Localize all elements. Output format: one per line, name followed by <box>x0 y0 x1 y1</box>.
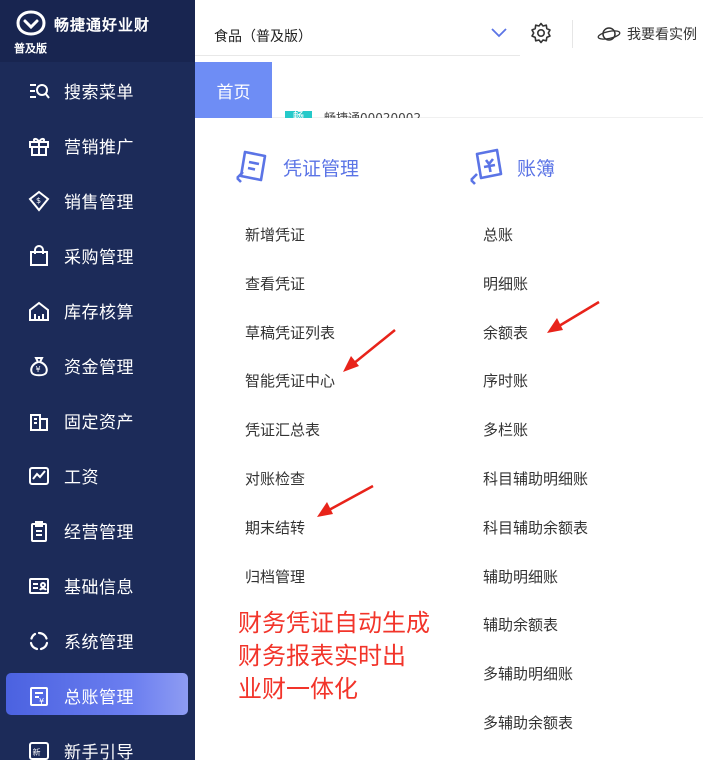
tab-strip: 首页 畅 畅捷通00020002 <box>195 62 703 124</box>
gift-icon <box>28 135 50 157</box>
link-view-voucher[interactable]: 查看凭证 <box>245 273 335 322</box>
sidebar-item-label: 搜索菜单 <box>64 83 134 103</box>
sidebar-item-label: 新手引导 <box>64 743 134 760</box>
sidebar-item-label: 经营管理 <box>64 523 134 543</box>
brand-logo-icon <box>16 10 46 36</box>
link-multi-column-ledger[interactable]: 多栏账 <box>483 419 588 468</box>
id-card-icon <box>28 575 50 597</box>
sidebar-item-label: 资金管理 <box>64 358 134 378</box>
chart-card-icon <box>28 465 50 487</box>
sidebar-item-fixed-assets[interactable]: 固定资产 <box>0 393 195 448</box>
arrow-smart-voucher-icon <box>343 329 396 372</box>
sidebar-item-purchase[interactable]: 采购管理 <box>0 228 195 283</box>
sidebar-item-label: 销售管理 <box>64 193 134 213</box>
gear-icon[interactable] <box>530 22 552 44</box>
sidebar-item-funds[interactable]: ¥ 资金管理 <box>0 338 195 393</box>
sidebar-item-operations[interactable]: 经营管理 <box>0 503 195 558</box>
sidebar-item-payroll[interactable]: 工资 <box>0 448 195 503</box>
menu-panel: 凭证管理 新增凭证 查看凭证 草稿凭证列表 智能凭证中心 凭证汇总表 对账检查 … <box>195 118 703 760</box>
sidebar-item-label: 工资 <box>64 468 99 488</box>
voucher-icon <box>236 150 267 183</box>
sales-icon: $ <box>28 190 50 212</box>
books-section-header: 账簿 <box>467 146 555 188</box>
sidebar-item-label: 库存核算 <box>64 303 134 323</box>
new-badge-icon: 新 <box>28 740 50 760</box>
view-example-button[interactable]: 我要看实例 <box>597 24 697 44</box>
arrow-balance-sheet-icon <box>547 300 600 333</box>
books-section-title: 账簿 <box>517 157 556 180</box>
sidebar-item-general-ledger[interactable]: ¥ 总账管理 <box>0 668 195 723</box>
link-period-end-closing[interactable]: 期末结转 <box>245 517 335 566</box>
link-new-voucher[interactable]: 新增凭证 <box>245 224 335 273</box>
link-smart-voucher-center[interactable]: 智能凭证中心 <box>245 370 335 419</box>
link-aux-detail[interactable]: 辅助明细账 <box>483 566 588 615</box>
promo-line-1: 财务凭证自动生成 <box>238 609 430 637</box>
arrow-period-closing-icon <box>317 484 374 517</box>
sidebar-item-system[interactable]: 系统管理 <box>0 613 195 668</box>
chevron-down-icon <box>491 28 507 38</box>
brand-header[interactable]: 畅捷通好业财 普及版 <box>0 0 195 62</box>
sidebar-item-marketing[interactable]: 营销推广 <box>0 118 195 173</box>
ledger-icon: ¥ <box>28 685 50 707</box>
brand-edition: 普及版 <box>14 42 47 55</box>
top-header: 食品（普及版） 我要看实例 <box>195 0 703 62</box>
link-general-ledger[interactable]: 总账 <box>483 224 588 273</box>
svg-text:¥: ¥ <box>36 365 41 374</box>
warehouse-icon <box>28 300 50 322</box>
sidebar-item-sales[interactable]: $ 销售管理 <box>0 173 195 228</box>
sidebar-item-label: 采购管理 <box>64 248 134 268</box>
org-select-value: 食品（普及版） <box>214 29 312 45</box>
org-select[interactable]: 食品（普及版） <box>195 12 520 56</box>
app-root: 畅捷通好业财 普及版 搜索菜单 营销推广 $ 销售管理 采购管理 库存核算 ¥ … <box>0 0 703 760</box>
promo-annotation: 财务凭证自动生成 财务报表实时出 业财一体化 <box>238 607 478 706</box>
sidebar: 畅捷通好业财 普及版 搜索菜单 营销推广 $ 销售管理 采购管理 库存核算 ¥ … <box>0 0 195 760</box>
link-voucher-summary[interactable]: 凭证汇总表 <box>245 419 335 468</box>
money-bag-icon: ¥ <box>28 355 50 377</box>
view-example-label: 我要看实例 <box>627 27 697 43</box>
shopping-bag-icon <box>28 244 50 267</box>
voucher-section-header: 凭证管理 <box>233 146 359 188</box>
link-multi-aux-balance[interactable]: 多辅助余额表 <box>483 712 588 760</box>
svg-text:¥: ¥ <box>39 697 44 706</box>
sidebar-item-onboarding[interactable]: 新 新手引导 <box>0 723 195 760</box>
link-multi-aux-detail[interactable]: 多辅助明细账 <box>483 663 588 712</box>
system-cycle-icon <box>28 630 50 652</box>
clipboard-icon <box>28 520 50 542</box>
link-subject-aux-balance[interactable]: 科目辅助余额表 <box>483 517 588 566</box>
brand-name: 畅捷通好业财 <box>54 16 151 34</box>
header-divider <box>572 20 573 48</box>
sidebar-item-label: 固定资产 <box>64 413 134 433</box>
voucher-section-title: 凭证管理 <box>283 157 360 180</box>
building-icon <box>28 410 50 432</box>
sidebar-item-label: 营销推广 <box>64 138 134 158</box>
planet-icon <box>597 27 621 41</box>
sidebar-item-basic-info[interactable]: 基础信息 <box>0 558 195 613</box>
sidebar-item-label: 基础信息 <box>64 578 134 598</box>
link-aux-balance[interactable]: 辅助余额表 <box>483 614 588 663</box>
svg-text:$: $ <box>36 196 41 205</box>
promo-line-2: 财务报表实时出 <box>238 642 406 670</box>
sidebar-item-inventory[interactable]: 库存核算 <box>0 283 195 338</box>
link-draft-voucher-list[interactable]: 草稿凭证列表 <box>245 322 335 371</box>
sidebar-item-search-menu[interactable]: 搜索菜单 <box>0 63 195 118</box>
sidebar-item-label: 总账管理 <box>64 688 134 708</box>
search-menu-icon <box>28 80 50 102</box>
sidebar-nav: 搜索菜单 营销推广 $ 销售管理 采购管理 库存核算 ¥ 资金管理 固定资产 工… <box>0 63 195 760</box>
svg-text:新: 新 <box>33 747 41 757</box>
link-journal[interactable]: 序时账 <box>483 370 588 419</box>
sidebar-item-label: 系统管理 <box>64 633 134 653</box>
books-icon <box>470 148 503 185</box>
voucher-link-list: 新增凭证 查看凭证 草稿凭证列表 智能凭证中心 凭证汇总表 对账检查 期末结转 … <box>245 224 335 614</box>
link-subject-aux-detail[interactable]: 科目辅助明细账 <box>483 468 588 517</box>
promo-line-3: 业财一体化 <box>238 675 358 703</box>
